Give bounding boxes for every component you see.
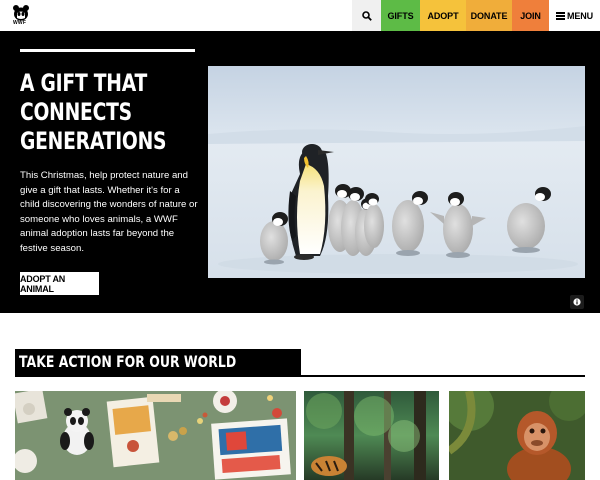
section-title: TAKE ACTION FOR OUR WORLD (15, 349, 302, 375)
search-icon (361, 10, 372, 21)
hero-section: A GIFT THAT CONNECTS GENERATIONS This Ch… (0, 31, 600, 313)
hero-title-line: GENERATIONS (20, 127, 167, 155)
nav-gifts[interactable]: GIFTS (381, 0, 420, 31)
info-icon (573, 298, 581, 306)
nav-adopt[interactable]: ADOPT (420, 0, 466, 31)
menu-label: MENU (566, 10, 594, 21)
info-button[interactable] (570, 295, 584, 309)
search-button[interactable] (352, 0, 381, 31)
site-header: WWF GIFTS ADOPT DONATE JOIN MENU (0, 0, 600, 32)
hero-title: A GIFT THAT CONNECTS GENERATIONS (20, 69, 167, 156)
nav-donate[interactable]: DONATE (466, 0, 512, 31)
gifts-card-image[interactable] (15, 391, 296, 480)
nav-join[interactable]: JOIN (512, 0, 549, 31)
forest-card-image[interactable] (304, 391, 439, 480)
penguins-hero-image (208, 66, 585, 278)
section-underline (15, 375, 585, 377)
hamburger-icon (555, 12, 565, 20)
orangutan-card-image[interactable] (449, 391, 585, 480)
hero-divider (20, 49, 195, 52)
menu-button[interactable]: MENU (549, 0, 600, 31)
logo-text: WWF (13, 20, 27, 26)
take-action-heading: TAKE ACTION FOR OUR WORLD (15, 349, 585, 377)
hero-title-line: A GIFT THAT (20, 69, 148, 97)
main-nav: GIFTS ADOPT DONATE JOIN MENU (352, 0, 600, 31)
hero-title-line: CONNECTS (20, 98, 132, 126)
adopt-an-animal-button[interactable]: ADOPT AN ANIMAL (20, 272, 99, 295)
hero-description: This Christmas, help protect nature and … (20, 170, 198, 254)
